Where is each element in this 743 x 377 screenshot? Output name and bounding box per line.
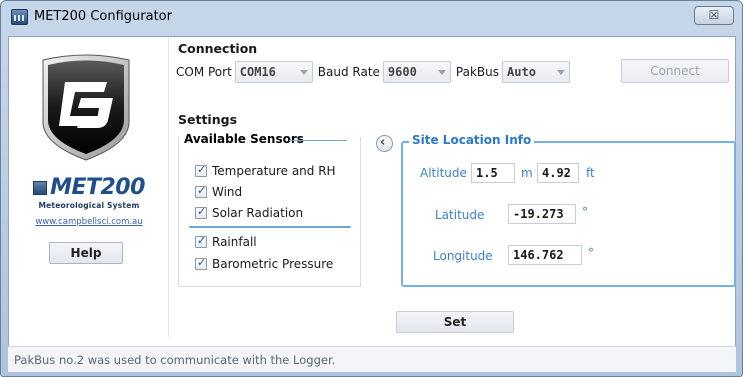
status-bar: PakBus no.2 was used to communicate with… bbox=[8, 346, 736, 372]
checkbox[interactable] bbox=[195, 184, 207, 198]
checkbox[interactable] bbox=[195, 234, 207, 248]
com-port-value: COM16 bbox=[239, 65, 276, 79]
altitude-m-unit: m bbox=[521, 166, 533, 180]
connection-title: Connection bbox=[178, 41, 258, 56]
window-title: MET200 Configurator bbox=[34, 9, 172, 24]
app-icon bbox=[11, 9, 28, 25]
close-button[interactable]: ☒ bbox=[694, 6, 734, 25]
campbell-logo-icon bbox=[42, 54, 130, 161]
available-sensors-title: Available Sensors bbox=[184, 132, 308, 146]
latitude-label: Latitude bbox=[435, 208, 485, 222]
product-name: MET200 bbox=[50, 175, 145, 200]
latitude-unit: ° bbox=[582, 205, 588, 219]
main-panel: Connection COM Port COM16 Baud Rate 9600… bbox=[168, 37, 736, 337]
divider bbox=[289, 140, 347, 141]
divider bbox=[189, 226, 351, 228]
pakbus-select[interactable]: Auto bbox=[502, 61, 571, 83]
sensor-solar-radiation[interactable]: Solar Radiation bbox=[195, 205, 304, 220]
baud-rate-value: 9600 bbox=[387, 65, 417, 79]
baud-rate-select[interactable]: 9600 bbox=[382, 61, 451, 83]
altitude-ft-field[interactable]: 4.92 bbox=[537, 163, 579, 183]
longitude-unit: ° bbox=[588, 246, 594, 260]
close-icon: ☒ bbox=[708, 8, 720, 22]
help-button[interactable]: Help bbox=[49, 242, 123, 264]
sensor-rainfall[interactable]: Rainfall bbox=[195, 234, 257, 249]
brand-block: MET200 Meteorological System www.campbel… bbox=[15, 175, 163, 227]
altitude-label: Altitude bbox=[420, 166, 467, 180]
altitude-ft-unit: ft bbox=[586, 166, 595, 180]
status-text: PakBus no.2 was used to communicate with… bbox=[14, 353, 336, 367]
settings-title: Settings bbox=[178, 112, 238, 127]
checkbox[interactable] bbox=[195, 256, 207, 270]
sensor-label: Solar Radiation bbox=[212, 206, 304, 220]
chevron-down-icon bbox=[557, 70, 566, 75]
latitude-field[interactable]: -19.273 bbox=[508, 204, 576, 224]
sensor-barometric-pressure[interactable]: Barometric Pressure bbox=[195, 256, 334, 271]
chevron-left-icon: ‹ bbox=[380, 135, 386, 150]
sensor-wind[interactable]: Wind bbox=[195, 184, 243, 199]
sensor-temperature-rh[interactable]: Temperature and RH bbox=[195, 163, 336, 178]
sensor-label: Temperature and RH bbox=[212, 164, 336, 178]
com-port-label: COM Port bbox=[176, 65, 232, 79]
longitude-label: Longitude bbox=[433, 249, 493, 263]
sensor-label: Barometric Pressure bbox=[212, 257, 334, 271]
title-bar[interactable]: MET200 Configurator ☒ bbox=[1, 1, 742, 33]
pakbus-value: Auto bbox=[507, 65, 536, 79]
brand-panel: MET200 Meteorological System www.campbel… bbox=[9, 37, 166, 337]
client-area: MET200 Meteorological System www.campbel… bbox=[8, 36, 736, 372]
product-subtitle: Meteorological System bbox=[38, 201, 140, 210]
checkbox[interactable] bbox=[195, 205, 207, 219]
connection-row: COM Port COM16 Baud Rate 9600 PakBus Aut… bbox=[176, 59, 571, 85]
sensor-label: Rainfall bbox=[212, 235, 257, 249]
chevron-down-icon bbox=[299, 70, 308, 75]
set-button[interactable]: Set bbox=[396, 311, 514, 333]
pakbus-label: PakBus bbox=[455, 65, 500, 79]
site-location-title: Site Location Info bbox=[409, 133, 535, 147]
chevron-down-icon bbox=[437, 70, 446, 75]
baud-rate-label: Baud Rate bbox=[317, 65, 380, 79]
main-window: MET200 Configurator ☒ MET200 Meteorologi… bbox=[0, 0, 743, 377]
sensor-label: Wind bbox=[212, 185, 243, 199]
longitude-field[interactable]: 146.762 bbox=[508, 245, 582, 265]
connect-button[interactable]: Connect bbox=[621, 59, 729, 83]
checkbox[interactable] bbox=[195, 163, 207, 177]
met-icon bbox=[33, 180, 48, 195]
collapse-button[interactable]: ‹ bbox=[376, 135, 393, 152]
com-port-select[interactable]: COM16 bbox=[234, 61, 313, 83]
altitude-m-field[interactable]: 1.5 bbox=[471, 163, 515, 183]
website-link[interactable]: www.campbellsci.com.au bbox=[15, 217, 163, 227]
